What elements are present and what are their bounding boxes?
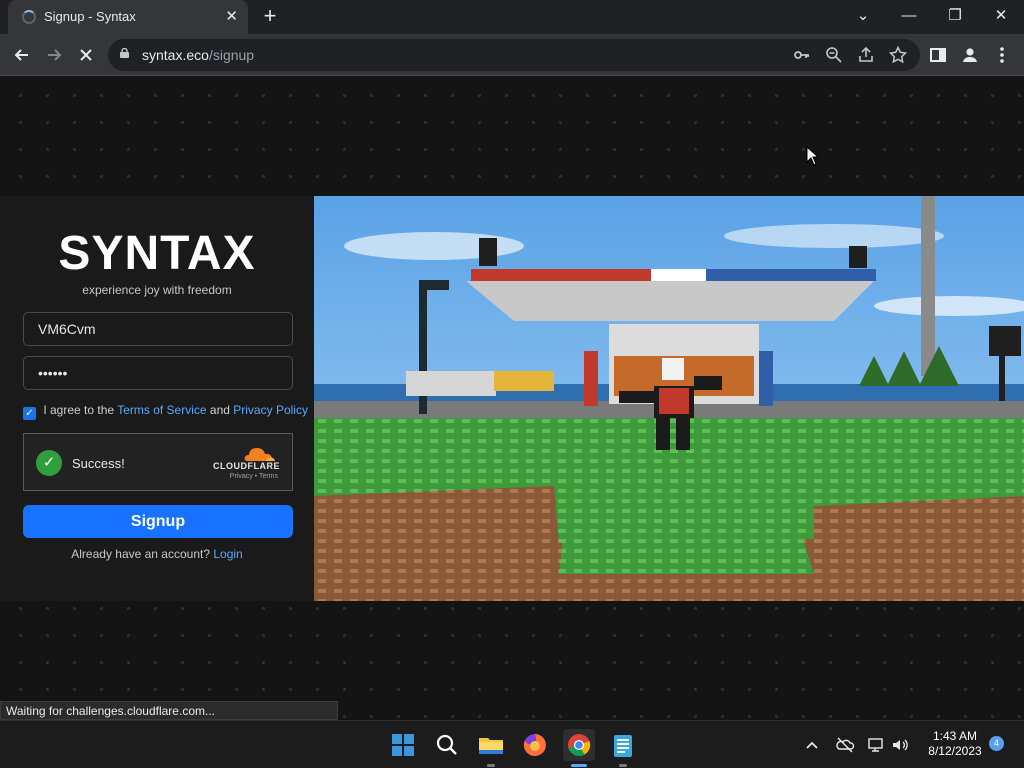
signup-card: SYNTAX experience joy with freedom ✓ I a… [0, 196, 314, 601]
forward-arrow-icon[interactable] [41, 42, 67, 68]
browser-toolbar: syntax.eco/signup [0, 34, 1024, 76]
notepad-icon[interactable] [607, 729, 639, 761]
captcha-privacy-terms-links[interactable]: Privacy • Terms [230, 473, 278, 480]
firefox-icon[interactable] [519, 729, 551, 761]
tagline: experience joy with freedom [82, 283, 232, 297]
lock-icon[interactable] [120, 48, 129, 58]
status-bubble: Waiting for challenges.cloudflare.com... [0, 701, 338, 720]
tab-search-icon[interactable]: ⌄ [850, 4, 876, 28]
signup-button[interactable]: Signup [23, 505, 293, 538]
login-link[interactable]: Login [213, 547, 242, 561]
tab-close-icon[interactable]: ✕ [225, 7, 238, 25]
key-icon[interactable] [792, 45, 812, 65]
cloudflare-logo: CLOUDFLARE Privacy • Terms [208, 445, 280, 481]
onedrive-offline-icon[interactable] [835, 735, 855, 755]
clock-date: 8/12/2023 [928, 744, 982, 758]
login-prompt: Already have an account? Login [71, 547, 243, 561]
checkmark-icon: ✓ [36, 450, 62, 476]
show-hidden-icons-chevron-icon[interactable] [802, 735, 822, 755]
taskbar-clock[interactable]: 1:43 AM 8/12/2023 [920, 729, 990, 759]
side-panel-icon[interactable] [925, 42, 951, 68]
zoom-out-icon[interactable] [824, 45, 844, 65]
windows-start-icon[interactable] [387, 729, 419, 761]
stop-loading-icon[interactable] [73, 42, 99, 68]
tab-strip: Signup - Syntax ✕ + ⌄ — ❐ ✕ [0, 0, 1024, 34]
network-icon[interactable] [866, 735, 886, 755]
captcha-status: Success! [72, 456, 125, 471]
url-text[interactable]: syntax.eco/signup [142, 47, 254, 63]
mouse-cursor-icon [806, 146, 820, 166]
tab-signup[interactable]: Signup - Syntax ✕ [8, 0, 248, 34]
loading-spinner-icon [22, 10, 36, 24]
tab-title: Signup - Syntax [44, 9, 136, 24]
taskbar: 1:43 AM 8/12/2023 4 [0, 720, 1024, 768]
clock-time: 1:43 AM [932, 729, 978, 743]
username-input[interactable] [23, 312, 293, 346]
minimize-button[interactable]: — [896, 4, 922, 28]
page-content: SYNTAX experience joy with freedom ✓ I a… [0, 77, 1024, 720]
new-tab-button[interactable]: + [259, 4, 281, 28]
chrome-active-indicator [571, 764, 587, 767]
game-screenshot-image [314, 196, 1024, 601]
close-window-button[interactable]: ✕ [988, 4, 1014, 28]
terms-of-service-link[interactable]: Terms of Service [117, 403, 206, 417]
menu-kebab-icon[interactable] [989, 42, 1015, 68]
notification-badge[interactable]: 4 [989, 736, 1004, 751]
password-input[interactable] [23, 356, 293, 390]
search-icon[interactable] [431, 729, 463, 761]
address-bar[interactable]: syntax.eco/signup [108, 39, 920, 71]
turnstile-captcha-widget[interactable]: ✓ Success! CLOUDFLARE Privacy • Terms [23, 433, 293, 491]
file-explorer-icon[interactable] [475, 729, 507, 761]
notepad-indicator [619, 764, 627, 767]
profile-icon[interactable] [957, 42, 983, 68]
agree-checkbox[interactable]: ✓ [23, 407, 36, 420]
file-explorer-indicator [487, 764, 495, 767]
terms-agreement: ✓ I agree to the Terms of Service and Pr… [23, 403, 308, 420]
chrome-icon[interactable] [563, 729, 595, 761]
privacy-policy-link[interactable]: Privacy Policy [233, 403, 308, 417]
volume-icon[interactable] [890, 735, 910, 755]
bookmark-star-icon[interactable] [888, 45, 908, 65]
syntax-logo: SYNTAX [58, 227, 256, 280]
restore-button[interactable]: ❐ [942, 4, 968, 28]
back-arrow-icon[interactable] [9, 42, 35, 68]
share-icon[interactable] [856, 45, 876, 65]
